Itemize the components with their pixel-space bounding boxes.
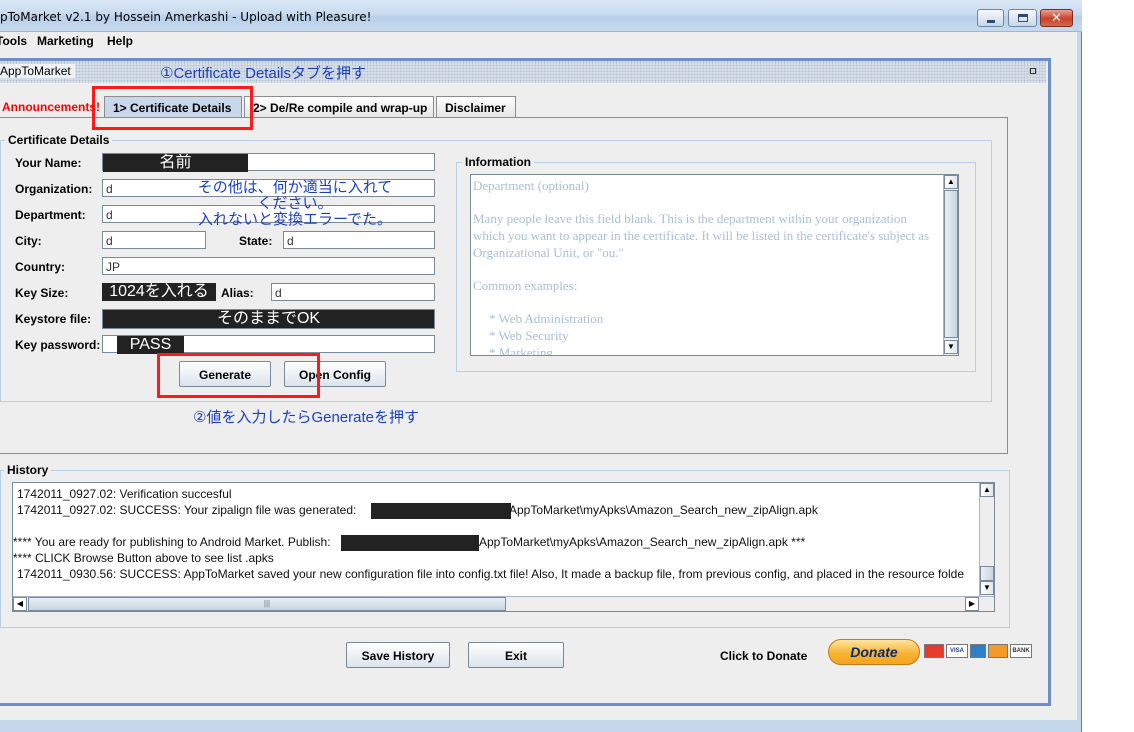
- history-hscrollbar[interactable]: ◀ ||| ▶: [13, 596, 994, 611]
- menu-tools[interactable]: Tools: [0, 34, 27, 48]
- info-examples-title: Common examples:: [473, 278, 578, 293]
- your-name-label: Your Name:: [15, 156, 82, 170]
- history-line: **** You are ready for publishing to And…: [13, 535, 331, 549]
- history-line: AppToMarket\myApks\Amazon_Search_new_zip…: [509, 503, 818, 517]
- state-input[interactable]: d: [283, 231, 435, 249]
- organization-label: Organization:: [15, 182, 93, 196]
- internal-frame-title: AppToMarket: [0, 64, 75, 78]
- scroll-thumb[interactable]: [980, 566, 994, 581]
- certificate-details-label: Certificate Details: [5, 133, 113, 147]
- minimize-icon: [987, 20, 995, 23]
- discover-icon: [988, 644, 1008, 658]
- annotation-others: その他は、何か適当に入れて ください。 入れないと変換エラーでた。: [197, 179, 393, 228]
- annotation-step1: ①Certificate Detailsタブを押す: [160, 65, 366, 82]
- key-password-value: PASS: [117, 336, 184, 354]
- maximize-icon: [1018, 14, 1028, 22]
- scroll-right-icon[interactable]: ▶: [965, 597, 979, 611]
- minimize-button[interactable]: [977, 9, 1004, 27]
- scroll-up-icon[interactable]: ▲: [980, 483, 994, 497]
- menu-marketing[interactable]: Marketing: [37, 34, 94, 48]
- country-input[interactable]: JP: [102, 257, 435, 275]
- amex-icon: [970, 644, 986, 658]
- history-line: 1742011_0927.02: SUCCESS: Your zipalign …: [17, 503, 357, 517]
- info-example: * Web Administration: [489, 311, 604, 326]
- history-line: 1742011_0930.56: SUCCESS: AppToMarket sa…: [17, 567, 964, 581]
- save-history-button[interactable]: Save History: [346, 642, 450, 668]
- app-window: pToMarket v2.1 by Hossein Amerkashi - Up…: [0, 0, 1082, 732]
- scroll-down-icon[interactable]: ▼: [980, 581, 994, 595]
- tab-decompile-wrapup[interactable]: 2> De/Re compile and wrap-up: [244, 96, 434, 118]
- info-example: * Marketing: [489, 345, 553, 356]
- exit-button[interactable]: Exit: [468, 642, 564, 668]
- scroll-down-icon[interactable]: ▼: [944, 340, 958, 354]
- key-size-label: Key Size:: [15, 286, 69, 300]
- redacted-path: [371, 503, 511, 519]
- close-button[interactable]: ✕: [1040, 9, 1073, 27]
- scroll-left-icon[interactable]: ◀: [13, 597, 27, 611]
- history-line: 1742011_0927.02: Verification succesful: [17, 487, 232, 501]
- information-text: Department (optional) Many people leave …: [473, 177, 941, 356]
- department-label: Department:: [15, 208, 86, 222]
- history-vscrollbar[interactable]: ▲ ▼: [979, 483, 994, 596]
- close-icon: ✕: [1051, 10, 1062, 25]
- highlight-tab-box: [92, 86, 253, 130]
- country-label: Country:: [15, 260, 65, 274]
- history-line: AppToMarket\myApks\Amazon_Search_new_zip…: [479, 535, 806, 549]
- information-scrollbar[interactable]: ▲ ▼: [943, 175, 958, 355]
- city-input[interactable]: d: [102, 231, 206, 249]
- visa-icon: VISA: [946, 644, 968, 658]
- history-textarea[interactable]: 1742011_0927.02: Verification succesful …: [12, 482, 995, 612]
- restore-icon[interactable]: ㅁ: [1028, 63, 1038, 79]
- information-textarea[interactable]: Department (optional) Many people leave …: [470, 174, 959, 356]
- internal-frame-titlebar[interactable]: AppToMarket ㅁ: [0, 61, 1046, 83]
- city-label: City:: [15, 234, 42, 248]
- key-password-label: Key password:: [15, 338, 101, 352]
- history-label: History: [4, 463, 52, 477]
- highlight-generate-box: [157, 353, 320, 398]
- tab-disclaimer[interactable]: Disclaimer: [436, 96, 516, 118]
- key-size-value[interactable]: 1024を入れる: [102, 283, 216, 301]
- scroll-thumb[interactable]: |||: [28, 597, 506, 611]
- info-example: * Web Security: [489, 328, 569, 343]
- donate-button[interactable]: Donate: [828, 639, 920, 665]
- click-to-donate-label: Click to Donate: [720, 649, 808, 663]
- title-bar: pToMarket v2.1 by Hossein Amerkashi - Up…: [0, 0, 1082, 32]
- state-label: State:: [239, 234, 273, 248]
- annotation-step2: ②値を入力したらGenerateを押す: [193, 409, 419, 426]
- info-heading: Department (optional): [473, 178, 589, 193]
- information-label: Information: [462, 155, 534, 169]
- keystore-value[interactable]: そのままでOK: [102, 309, 435, 329]
- bank-icon: BANK: [1010, 644, 1032, 658]
- alias-input[interactable]: d: [271, 283, 435, 301]
- mastercard-icon: [924, 644, 944, 658]
- alias-label: Alias:: [221, 286, 254, 300]
- keystore-label: Keystore file:: [15, 312, 92, 326]
- tab-announcements[interactable]: Announcements!: [0, 96, 100, 118]
- info-paragraph: Many people leave this field blank. This…: [473, 211, 930, 260]
- menu-help[interactable]: Help: [107, 34, 133, 48]
- redacted-path: [341, 535, 479, 551]
- scroll-thumb[interactable]: [944, 190, 958, 338]
- menu-bar: Tools Marketing Help: [0, 32, 1077, 52]
- scroll-up-icon[interactable]: ▲: [944, 175, 958, 189]
- window-bottom-border: [0, 720, 1077, 732]
- history-line: **** CLICK Browse Button above to see li…: [13, 551, 274, 565]
- maximize-button[interactable]: [1008, 9, 1037, 27]
- window-title: pToMarket v2.1 by Hossein Amerkashi - Up…: [0, 10, 372, 24]
- your-name-value: 名前: [103, 154, 248, 172]
